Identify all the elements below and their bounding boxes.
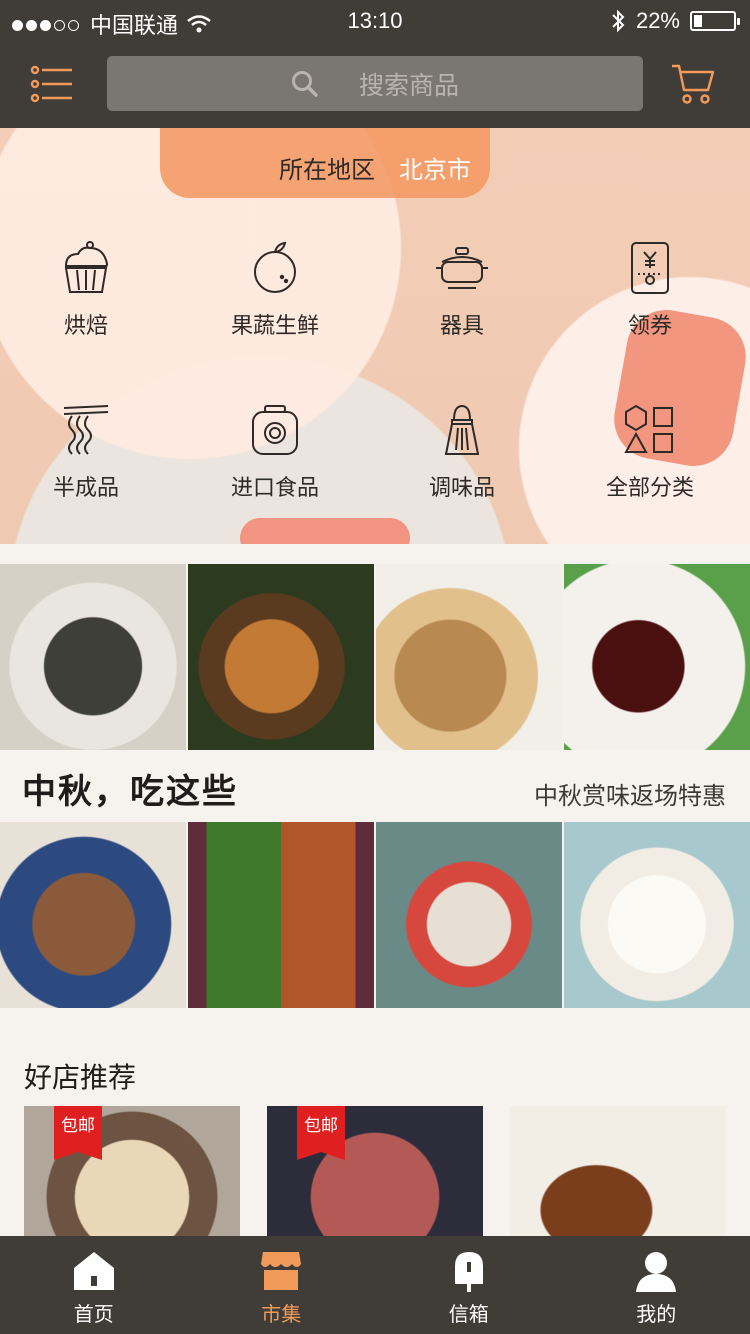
tab-mailbox[interactable]: 信箱	[375, 1236, 563, 1334]
category-all[interactable]: 全部分类	[580, 402, 720, 502]
pot-icon	[436, 247, 488, 289]
region-city: 北京市	[399, 157, 471, 184]
tab-home[interactable]: 首页	[0, 1236, 188, 1334]
menu-button[interactable]	[30, 64, 74, 104]
category-coupon[interactable]: 领券	[580, 240, 720, 340]
cupcake-icon	[64, 241, 108, 293]
fruit-icon	[254, 241, 296, 293]
category-utensils[interactable]: 器具	[392, 240, 532, 340]
category-label: 调味品	[428, 475, 495, 500]
battery-icon	[690, 11, 740, 31]
category-imported[interactable]: 进口食品	[205, 402, 345, 502]
search-placeholder: 搜索商品	[358, 71, 459, 100]
category-label: 进口食品	[230, 475, 319, 500]
status-bar: 中国联通 13:10 22%	[0, 0, 750, 40]
category-label: 全部分类	[605, 475, 694, 500]
region-label: 所在地区	[279, 157, 375, 184]
coupon-icon	[631, 242, 669, 294]
home-icon	[73, 1252, 114, 1290]
food-photo-crab[interactable]	[0, 564, 186, 750]
mailbox-icon	[454, 1252, 483, 1292]
category-label: 器具	[439, 313, 484, 338]
seasoning-icon	[444, 404, 480, 455]
category-label: 半成品	[52, 475, 119, 500]
search-icon	[291, 70, 318, 97]
food-photo-braised-pork[interactable]	[564, 564, 750, 750]
shapes-icon	[624, 404, 673, 453]
cart-button[interactable]	[670, 62, 716, 106]
shop-card[interactable]	[510, 1106, 726, 1236]
tab-profile[interactable]: 我的	[563, 1236, 750, 1334]
noodles-icon	[63, 405, 109, 455]
category-label: 领券	[627, 313, 672, 338]
top-bar: 中国联通 13:10 22% 搜索商品	[0, 0, 750, 128]
food-photo-chicken[interactable]	[188, 564, 374, 750]
category-semi-finished[interactable]: 半成品	[16, 402, 156, 502]
tab-label: 首页	[73, 1304, 114, 1326]
shops-section-title: 好店推荐	[24, 1062, 137, 1093]
category-label: 果蔬生鲜	[230, 313, 319, 338]
bottom-tab-bar: 首页 市集 信箱 我的	[0, 1236, 750, 1334]
category-label: 烘焙	[63, 313, 108, 338]
category-fresh[interactable]: 果蔬生鲜	[205, 240, 345, 340]
food-photo-squid-salad[interactable]	[376, 822, 562, 1008]
food-photo-pudding[interactable]	[564, 822, 750, 1008]
free-shipping-badge: 包邮	[54, 1106, 102, 1160]
region-selector[interactable]: 所在地区 北京市	[0, 150, 750, 185]
section-subtitle-link[interactable]: 中秋赏味返场特惠	[534, 776, 726, 811]
category-seasoning[interactable]: 调味品	[392, 402, 532, 502]
market-icon	[261, 1252, 302, 1290]
free-shipping-badge: 包邮	[297, 1106, 345, 1160]
food-photo-veggie-plate[interactable]	[188, 822, 374, 1008]
hero-banner: 所在地区 北京市 烘焙 果蔬生鲜 器具 领券 半成品 进口食品 调味品 全部分类	[0, 128, 750, 544]
tab-label: 市集	[261, 1304, 302, 1326]
mid-autumn-section-header: 中秋，吃这些 中秋赏味返场特惠	[0, 750, 750, 820]
battery-percent: 22%	[635, 8, 680, 33]
user-icon	[636, 1252, 677, 1292]
search-input[interactable]: 搜索商品	[107, 56, 643, 111]
tab-label: 信箱	[448, 1304, 489, 1326]
tab-market[interactable]: 市集	[188, 1236, 376, 1334]
food-photo-beef[interactable]	[0, 822, 186, 1008]
shop-card[interactable]: 包邮	[267, 1106, 483, 1236]
can-icon	[252, 405, 298, 455]
bluetooth-icon	[612, 9, 625, 33]
shop-card[interactable]: 包邮	[24, 1106, 240, 1236]
section-title: 中秋，吃这些	[22, 773, 238, 811]
featured-photo-row	[0, 564, 750, 750]
mid-autumn-photo-row	[0, 822, 750, 1008]
tab-label: 我的	[636, 1304, 677, 1326]
food-photo-duck[interactable]	[376, 564, 562, 750]
category-baking[interactable]: 烘焙	[16, 240, 156, 340]
